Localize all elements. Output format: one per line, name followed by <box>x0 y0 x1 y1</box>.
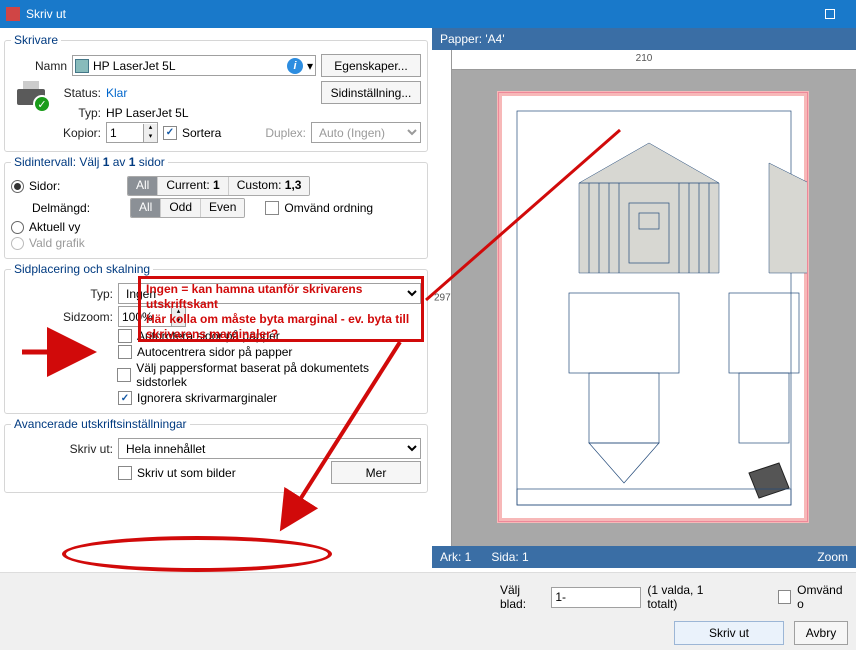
seg-custom[interactable]: Custom: 1,3 <box>229 177 310 195</box>
advanced-group: Avancerade utskriftsinställningar Skriv … <box>4 417 428 493</box>
copies-up[interactable]: ▴ <box>143 124 157 133</box>
autocenter-checkbox[interactable] <box>118 345 132 359</box>
range-group: Sidintervall: Välj 1 av 1 sidor Sidor: A… <box>4 155 428 259</box>
print-button[interactable]: Skriv ut <box>674 621 784 645</box>
ark-label: Ark: 1 <box>440 550 471 564</box>
subset-label: Delmängd: <box>32 201 104 215</box>
currentview-label: Aktuell vy <box>29 220 80 234</box>
drawing-icon <box>499 93 808 522</box>
autorotate-checkbox[interactable] <box>118 329 132 343</box>
zoom-label2: Zoom <box>817 550 848 564</box>
sub-even[interactable]: Even <box>201 199 244 217</box>
collate-label: Sortera <box>182 126 221 140</box>
titlebar: Skriv ut <box>0 0 856 28</box>
paperformat-label: Välj pappersformat baserat på dokumentet… <box>136 361 421 389</box>
select-sheet-input[interactable] <box>551 587 641 608</box>
paperformat-checkbox[interactable] <box>117 368 131 382</box>
duplex-label: Duplex: <box>265 126 306 140</box>
autorotate-label: Autorotera sidor på papper <box>137 329 280 343</box>
ptype-label: Typ: <box>11 287 113 301</box>
copies-label: Kopior: <box>57 126 101 140</box>
ruler-vertical: 297 <box>432 50 452 546</box>
printwhat-label: Skriv ut: <box>11 442 113 456</box>
asimages-checkbox[interactable] <box>118 466 132 480</box>
placement-group: Sidplacering och skalning Typ: Ingen Sid… <box>4 262 428 414</box>
print-preview[interactable]: 210 297 <box>432 50 856 546</box>
maximize-button[interactable] <box>810 2 850 26</box>
pages-segment[interactable]: All Current: 1 Custom: 1,3 <box>127 176 310 196</box>
ptype-select[interactable]: Ingen <box>118 283 421 304</box>
printer-legend: Skrivare <box>11 33 61 47</box>
asimages-label: Skriv ut som bilder <box>137 466 236 480</box>
status-value: Klar <box>106 86 127 100</box>
advanced-legend: Avancerade utskriftsinställningar <box>11 417 190 431</box>
currentview-radio[interactable] <box>11 221 24 234</box>
select-sheet-label: Välj blad: <box>500 583 545 611</box>
collate-checkbox[interactable]: ✓ <box>163 126 177 140</box>
copies-down[interactable]: ▾ <box>143 133 157 142</box>
name-label: Namn <box>11 59 67 73</box>
printer-status-icon: ✓ <box>17 81 49 109</box>
printer-select[interactable]: HP LaserJet 5L i ▾ <box>72 55 316 76</box>
footer-reverse-checkbox[interactable] <box>778 590 791 604</box>
autocenter-label: Autocentrera sidor på papper <box>137 345 292 359</box>
pages-label: Sidor: <box>29 179 85 193</box>
copies-input[interactable] <box>107 123 143 142</box>
seg-all[interactable]: All <box>128 177 158 195</box>
duplex-select[interactable]: Auto (Ingen) <box>311 122 421 143</box>
footer: Välj blad: (1 valda, 1 totalt) Omvänd o … <box>0 572 856 650</box>
ruler-horizontal: 210 <box>432 50 856 70</box>
window-title: Skriv ut <box>26 7 810 21</box>
select-sheet-info: (1 valda, 1 totalt) <box>647 583 729 611</box>
info-icon[interactable]: i <box>287 58 303 74</box>
zoom-down[interactable]: ▾ <box>171 317 185 326</box>
zoom-input[interactable] <box>119 307 171 326</box>
printer-name: HP LaserJet 5L <box>93 59 283 73</box>
pages-radio[interactable] <box>11 180 24 193</box>
more-button[interactable]: Mer <box>331 461 421 484</box>
ignoremargins-checkbox[interactable]: ✓ <box>118 391 132 405</box>
reverse-checkbox[interactable] <box>265 201 279 215</box>
paper-header: Papper: 'A4' <box>432 28 856 50</box>
status-label: Status: <box>57 86 101 100</box>
footer-reverse-label: Omvänd o <box>797 583 848 611</box>
page-setup-button[interactable]: Sidinställning... <box>321 81 421 104</box>
reverse-label: Omvänd ordning <box>284 201 373 215</box>
properties-button[interactable]: Egenskaper... <box>321 54 421 77</box>
chevron-down-icon: ▾ <box>307 59 313 73</box>
sub-all[interactable]: All <box>131 199 161 217</box>
selgraphic-radio <box>11 237 24 250</box>
type-label: Typ: <box>57 106 101 120</box>
placement-legend: Sidplacering och skalning <box>11 262 153 276</box>
ignoremargins-label: Ignorera skrivarmarginaler <box>137 391 277 405</box>
type-value: HP LaserJet 5L <box>106 106 189 120</box>
printwhat-select[interactable]: Hela innehållet <box>118 438 421 459</box>
sub-odd[interactable]: Odd <box>161 199 201 217</box>
preview-page <box>498 92 808 522</box>
zoom-label: Sidzoom: <box>11 310 113 324</box>
printer-group: Skrivare Namn HP LaserJet 5L i ▾ Egenska… <box>4 33 428 152</box>
sida-label: Sida: 1 <box>491 550 797 564</box>
seg-current[interactable]: Current: 1 <box>158 177 228 195</box>
range-legend: Sidintervall: Välj 1 av 1 sidor <box>11 155 168 169</box>
app-icon <box>6 7 20 21</box>
cancel-button[interactable]: Avbry <box>794 621 848 645</box>
subset-segment[interactable]: All Odd Even <box>130 198 245 218</box>
zoom-stepper[interactable]: ▴▾ <box>118 306 186 327</box>
copies-stepper[interactable]: ▴▾ <box>106 122 158 143</box>
printer-small-icon <box>75 59 89 73</box>
preview-status: Ark: 1 Sida: 1 Zoom <box>432 546 856 568</box>
zoom-up[interactable]: ▴ <box>171 308 185 317</box>
selgraphic-label: Vald grafik <box>29 236 85 250</box>
